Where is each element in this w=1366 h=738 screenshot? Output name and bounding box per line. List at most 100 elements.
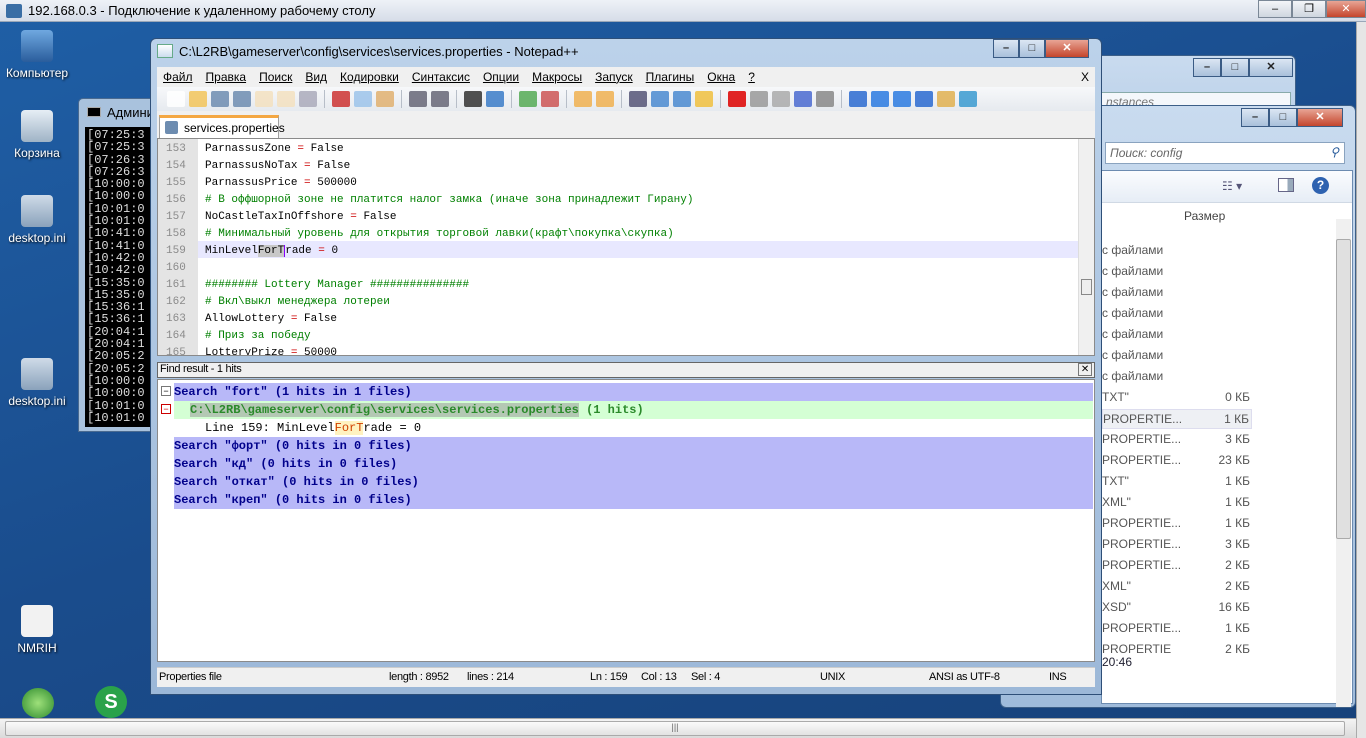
folder-workspace-icon[interactable] (937, 91, 955, 107)
ie-shortcut-icon[interactable] (22, 688, 54, 718)
find-result-panel[interactable]: − − Search "fort" (1 hits in 1 files) C:… (157, 379, 1095, 662)
tab-services-properties[interactable]: services.properties (159, 115, 285, 138)
desktop-icon-desktop-ini-1[interactable]: desktop.ini (1, 195, 73, 245)
zoom-out-icon[interactable] (541, 91, 559, 107)
print-icon[interactable] (299, 91, 317, 107)
menu-item-10[interactable]: Окна (707, 70, 735, 84)
open-icon[interactable] (189, 91, 207, 107)
close-document-button[interactable]: X (1081, 70, 1089, 84)
down-icon[interactable] (893, 91, 911, 107)
search-result-kd[interactable]: Search "кд" (0 hits in 0 files) (174, 455, 1093, 473)
close-find-panel-button[interactable]: ✕ (1077, 363, 1092, 376)
wrap-icon[interactable] (629, 91, 647, 107)
record-icon[interactable] (728, 91, 746, 107)
file-row[interactable]: с файлами (1102, 346, 1252, 366)
close-button[interactable]: ✕ (1297, 108, 1343, 127)
menu-item-9[interactable]: Плагины (646, 70, 695, 84)
file-row[interactable]: с файлами (1102, 241, 1252, 261)
function-list-icon[interactable] (695, 91, 713, 107)
indent-guide-icon[interactable] (673, 91, 691, 107)
play-icon[interactable] (772, 91, 790, 107)
explorer-scrollbar[interactable] (1336, 219, 1351, 707)
rdp-vertical-scrollbar[interactable] (1356, 22, 1366, 738)
desktop-icon-computer[interactable]: Компьютер (1, 30, 73, 80)
notepadpp-window[interactable]: C:\L2RB\gameserver\config\services\servi… (150, 38, 1102, 695)
search-result-fort[interactable]: Search "fort" (1 hits in 1 files) (174, 383, 1093, 401)
spellcheck-icon[interactable] (959, 91, 977, 107)
file-row[interactable]: XML" 1 КБ (1102, 493, 1252, 513)
file-row[interactable]: PROPERTIE... 1 КБ (1102, 514, 1252, 534)
file-row[interactable]: с файлами (1102, 283, 1252, 303)
undo-icon[interactable] (409, 91, 427, 107)
run-multiple-icon[interactable] (794, 91, 812, 107)
file-row[interactable]: XML" 2 КБ (1102, 577, 1252, 597)
file-row[interactable]: PROPERTIE... 23 КБ (1102, 451, 1252, 471)
sync-h-icon[interactable] (596, 91, 614, 107)
menu-item-2[interactable]: Поиск (259, 70, 292, 84)
minimize-button[interactable]: – (993, 39, 1019, 58)
new-icon[interactable] (167, 91, 185, 107)
file-row[interactable]: с файлами (1102, 325, 1252, 345)
show-all-icon[interactable] (651, 91, 669, 107)
cut-icon[interactable] (332, 91, 350, 107)
preview-pane-icon[interactable] (1278, 178, 1294, 192)
file-row[interactable]: PROPERTIE... 1 КБ (1102, 619, 1252, 639)
sync-v-icon[interactable] (574, 91, 592, 107)
close-button[interactable]: ✕ (1249, 58, 1293, 77)
save-icon[interactable] (211, 91, 229, 107)
find-icon[interactable] (464, 91, 482, 107)
file-row[interactable]: TXT" 1 КБ (1102, 472, 1252, 492)
fold-minus-icon[interactable]: − (161, 404, 171, 414)
zoom-in-icon[interactable] (519, 91, 537, 107)
rdp-restore-button[interactable]: ❐ (1292, 0, 1326, 18)
desktop-icon-desktop-ini-2[interactable]: desktop.ini (1, 358, 73, 408)
save-all-icon[interactable] (233, 91, 251, 107)
menu-item-3[interactable]: Вид (305, 70, 327, 84)
menu-item-1[interactable]: Правка (206, 70, 247, 84)
menu-item-4[interactable]: Кодировки (340, 70, 399, 84)
fold-all-icon[interactable] (849, 91, 867, 107)
file-row[interactable]: PROPERTIE... 3 КБ (1102, 535, 1252, 555)
up-icon[interactable] (871, 91, 889, 107)
rdp-close-button[interactable]: ✕ (1326, 0, 1366, 18)
file-row[interactable]: PROPERTIE... 2 КБ (1102, 556, 1252, 576)
fold-minus-icon[interactable]: − (161, 386, 171, 396)
maximize-button[interactable]: □ (1019, 39, 1045, 58)
file-row[interactable]: TXT" 0 КБ (1102, 388, 1252, 408)
explorer-search-input[interactable]: Поиск: config ⚲ (1105, 142, 1345, 164)
stop-icon[interactable] (750, 91, 768, 107)
menu-item-7[interactable]: Макросы (532, 70, 582, 84)
file-row[interactable]: PROPERTIE... 3 КБ (1102, 430, 1252, 450)
search-result-krep[interactable]: Search "креп" (0 hits in 0 files) (174, 491, 1093, 509)
app-shortcut-icon[interactable]: S (95, 686, 127, 718)
rdp-minimize-button[interactable]: – (1258, 0, 1292, 18)
view-options-icon[interactable]: ☷ ▾ (1222, 179, 1242, 193)
replace-icon[interactable] (486, 91, 504, 107)
close-all-icon[interactable] (277, 91, 295, 107)
editor-scrollbar[interactable] (1078, 139, 1094, 355)
redo-icon[interactable] (431, 91, 449, 107)
code-editor[interactable]: 153 ParnassusZone = False 154 ParnassusNoTa… (157, 138, 1095, 356)
file-row[interactable]: с файлами (1102, 262, 1252, 282)
desktop-icon-recycle-bin[interactable]: Корзина (1, 110, 73, 160)
file-row[interactable]: с файлами (1102, 367, 1252, 387)
file-row[interactable]: PROPERTIE... 1 КБ (1102, 409, 1252, 429)
file-row[interactable]: XSD" 16 КБ (1102, 598, 1252, 618)
paste-icon[interactable] (376, 91, 394, 107)
copy-icon[interactable] (354, 91, 372, 107)
search-result-fort-ru[interactable]: Search "форт" (0 hits in 0 files) (174, 437, 1093, 455)
minimize-button[interactable]: – (1241, 108, 1269, 127)
file-row[interactable]: с файлами (1102, 304, 1252, 324)
save-macro-icon[interactable] (816, 91, 834, 107)
unfold-all-icon[interactable] (915, 91, 933, 107)
menu-item-8[interactable]: Запуск (595, 70, 633, 84)
minimize-button[interactable]: – (1193, 58, 1221, 77)
help-icon[interactable]: ? (1312, 177, 1329, 194)
rdp-horizontal-scrollbar[interactable]: ||| (0, 718, 1356, 738)
desktop-icon-nmrih[interactable]: NMRIH (1, 605, 73, 655)
search-result-line[interactable]: Line 159: MinLevelForTrade = 0 (174, 419, 1093, 437)
menu-item-11[interactable]: ? (748, 70, 755, 84)
search-result-otkat[interactable]: Search "откат" (0 hits in 0 files) (174, 473, 1093, 491)
maximize-button[interactable]: □ (1269, 108, 1297, 127)
menu-item-5[interactable]: Синтаксис (412, 70, 470, 84)
